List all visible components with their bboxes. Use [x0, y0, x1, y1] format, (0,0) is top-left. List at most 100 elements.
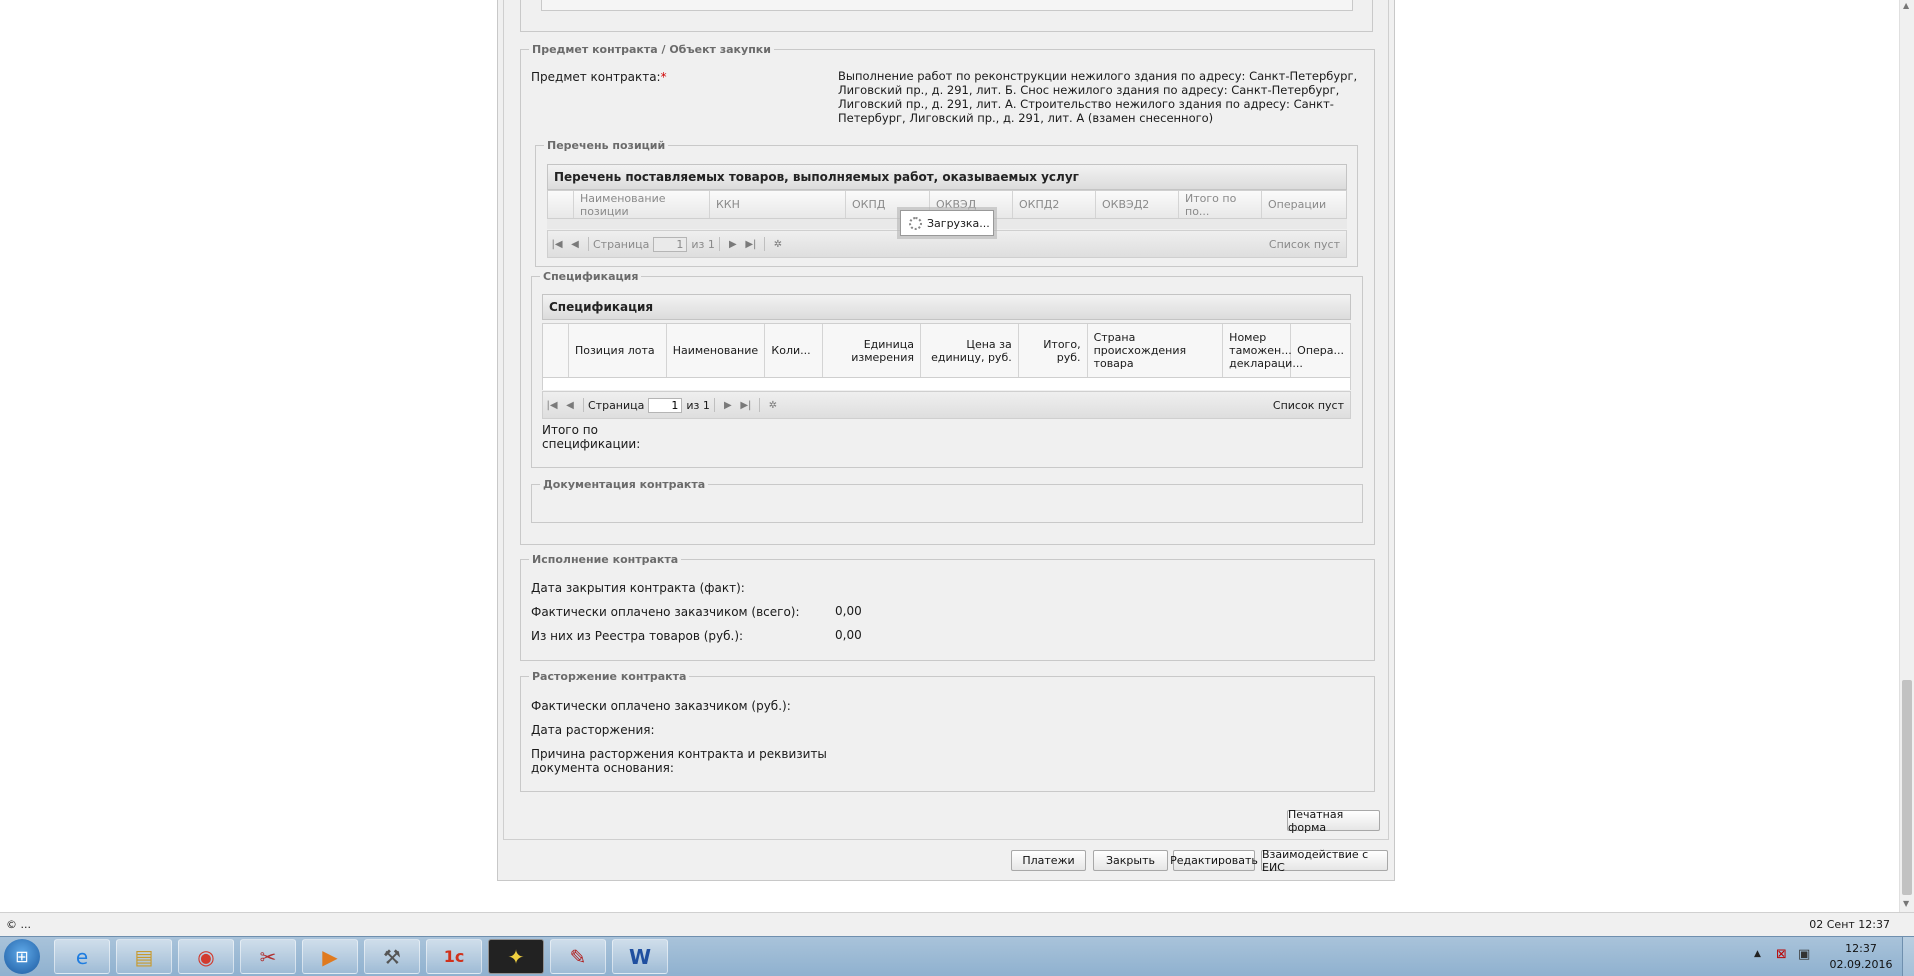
clock-date: 02.09.2016: [1829, 958, 1893, 971]
internet-explorer-icon[interactable]: e: [54, 939, 110, 974]
pager-separator: [713, 398, 715, 412]
first-page-icon[interactable]: |◀: [548, 239, 566, 250]
paid-total-value: 0,00: [835, 604, 862, 618]
chrome-icon[interactable]: ◉: [178, 939, 234, 974]
windows-taskbar: ⊞ e ▤ ◉ ✂ ▶ ⚒ 1с ✦ ✎ W ▲ ⊠ ▣ 12:37 02.09…: [0, 936, 1914, 976]
termination-reason-line: документа основания:: [531, 761, 674, 775]
next-page-icon[interactable]: ▶: [724, 239, 742, 250]
specification-total-line: Итого по: [542, 423, 598, 437]
termination-paid-label: Фактически оплачено заказчиком (руб.):: [531, 699, 791, 713]
column-header[interactable]: ККН: [710, 191, 846, 218]
page-scrollbar[interactable]: ▲ ▼: [1899, 0, 1914, 912]
specification-section-legend: Спецификация: [543, 270, 639, 283]
prev-page-icon[interactable]: ◀: [561, 400, 579, 411]
tray-expand-icon[interactable]: ▲: [1754, 949, 1761, 959]
windows-start-icon[interactable]: ⊞: [4, 939, 40, 974]
edit-button[interactable]: Редактировать: [1170, 850, 1258, 871]
page-label: Страница: [593, 237, 650, 251]
media-player-icon[interactable]: ▶: [302, 939, 358, 974]
column-header[interactable]: Единица измерения: [823, 324, 921, 377]
clock-time: 12:37: [1845, 942, 1877, 955]
pager-separator: [758, 398, 760, 412]
specification-grid-body: [542, 378, 1351, 390]
network-icon[interactable]: ⊠: [1776, 947, 1787, 962]
execution-section-legend: Исполнение контракта: [532, 553, 679, 566]
column-header[interactable]: Номер таможен... деклараци...: [1223, 324, 1303, 377]
subject-section-legend: Предмет контракта / Объект закупки: [532, 43, 771, 56]
page-count-label: из 1: [686, 398, 710, 412]
termination-reason-label: Причина расторжения контракта и реквизит…: [531, 747, 827, 775]
termination-section-legend: Расторжение контракта: [532, 670, 687, 683]
file-explorer-icon[interactable]: ▤: [116, 939, 172, 974]
subject-line: Лиговский пр., д. 291, лит. Б. Снос нежи…: [838, 83, 1340, 97]
column-header[interactable]: ОКВЭД2: [1096, 191, 1179, 218]
positions-grid-title: Перечень поставляемых товаров, выполняем…: [547, 164, 1347, 190]
word-icon[interactable]: W: [612, 939, 668, 974]
first-page-icon[interactable]: |◀: [543, 400, 561, 411]
pager-separator: [763, 237, 765, 251]
payments-button[interactable]: Платежи: [1011, 850, 1086, 871]
subject-line: Выполнение работ по реконструкции нежило…: [838, 69, 1358, 83]
registry-label: Из них из Реестра товаров (руб.):: [531, 629, 744, 643]
subject-label-text: Предмет контракта:: [531, 70, 661, 84]
last-page-icon[interactable]: ▶|: [737, 400, 755, 411]
close-button[interactable]: Закрыть: [1093, 850, 1168, 871]
close-date-label: Дата закрытия контракта (факт):: [531, 581, 745, 595]
specification-total-line: спецификации:: [542, 437, 641, 451]
column-header[interactable]: ОКПД2: [1013, 191, 1096, 218]
bat-mail-icon[interactable]: ✦: [488, 939, 544, 974]
last-page-icon[interactable]: ▶|: [742, 239, 760, 250]
column-header[interactable]: Итого по по...: [1179, 191, 1262, 218]
print-form-button[interactable]: Печатная форма: [1287, 808, 1380, 834]
taskbar-clock[interactable]: 12:37 02.09.2016: [1826, 941, 1896, 973]
acrobat-icon[interactable]: ✎: [550, 939, 606, 974]
specification-grid-header: Позиция лота Наименование Коли... Единиц…: [542, 323, 1351, 378]
column-header[interactable]: Позиция лота: [569, 324, 667, 377]
pager-separator: [718, 237, 720, 251]
column-header[interactable]: Коли...: [765, 324, 824, 377]
show-desktop-button[interactable]: [1902, 937, 1914, 976]
documentation-section: Документация контракта: [531, 478, 1363, 523]
scrollbar-thumb[interactable]: [1902, 680, 1912, 895]
eis-interaction-button[interactable]: Взаимодействие с ЕИС: [1261, 848, 1388, 874]
column-header[interactable]: Наименование: [667, 324, 766, 377]
display-icon[interactable]: ▣: [1798, 947, 1810, 962]
tools-icon[interactable]: ⚒: [364, 939, 420, 974]
row-select-column: [543, 324, 569, 377]
page-label: Страница: [588, 398, 645, 412]
column-header[interactable]: Опера...: [1291, 324, 1350, 377]
documentation-section-legend: Документация контракта: [543, 478, 706, 491]
specification-pager: |◀ ◀ Страница из 1 ▶ ▶| ✲ Список пуст: [542, 391, 1351, 419]
column-header[interactable]: Цена за единицу, руб.: [921, 324, 1019, 377]
row-select-column: [548, 191, 574, 218]
paid-total-label: Фактически оплачено заказчиком (всего):: [531, 605, 800, 619]
specification-total-label: Итого по спецификации:: [542, 423, 640, 451]
empty-list-label: Список пуст: [1268, 237, 1340, 251]
subject-text: Выполнение работ по реконструкции нежило…: [838, 69, 1357, 125]
refresh-icon[interactable]: ✲: [764, 400, 782, 411]
snipping-tool-icon[interactable]: ✂: [240, 939, 296, 974]
top-inner-edge: [541, 0, 1353, 11]
pager-separator: [583, 398, 584, 412]
termination-reason-line: Причина расторжения контракта и реквизит…: [531, 747, 827, 761]
status-right-text: 02 Сент 12:37: [1809, 918, 1890, 931]
empty-list-label: Список пуст: [1272, 398, 1344, 412]
subject-line: Лиговский пр., д. 291, лит. А. Строитель…: [838, 97, 1334, 111]
loading-text: Загрузка...: [927, 216, 990, 230]
loading-spinner-icon: [909, 216, 922, 230]
column-header[interactable]: Итого, руб.: [1019, 324, 1088, 377]
column-header[interactable]: Операции: [1262, 191, 1346, 218]
refresh-icon[interactable]: ✲: [769, 239, 787, 250]
loading-indicator: Загрузка...: [900, 210, 994, 236]
positions-section-legend: Перечень позиций: [547, 139, 666, 152]
scroll-down-icon[interactable]: ▼: [1903, 899, 1909, 908]
1c-icon[interactable]: 1с: [426, 939, 482, 974]
prev-page-icon[interactable]: ◀: [566, 239, 584, 250]
next-page-icon[interactable]: ▶: [719, 400, 737, 411]
page-number-input[interactable]: [653, 236, 688, 252]
column-header[interactable]: Страна происхождения товара: [1088, 324, 1224, 377]
scroll-up-icon[interactable]: ▲: [1903, 1, 1909, 10]
subject-label: Предмет контракта:*: [531, 70, 667, 84]
column-header[interactable]: Наименование позиции: [574, 191, 710, 218]
page-number-input[interactable]: [648, 397, 683, 413]
